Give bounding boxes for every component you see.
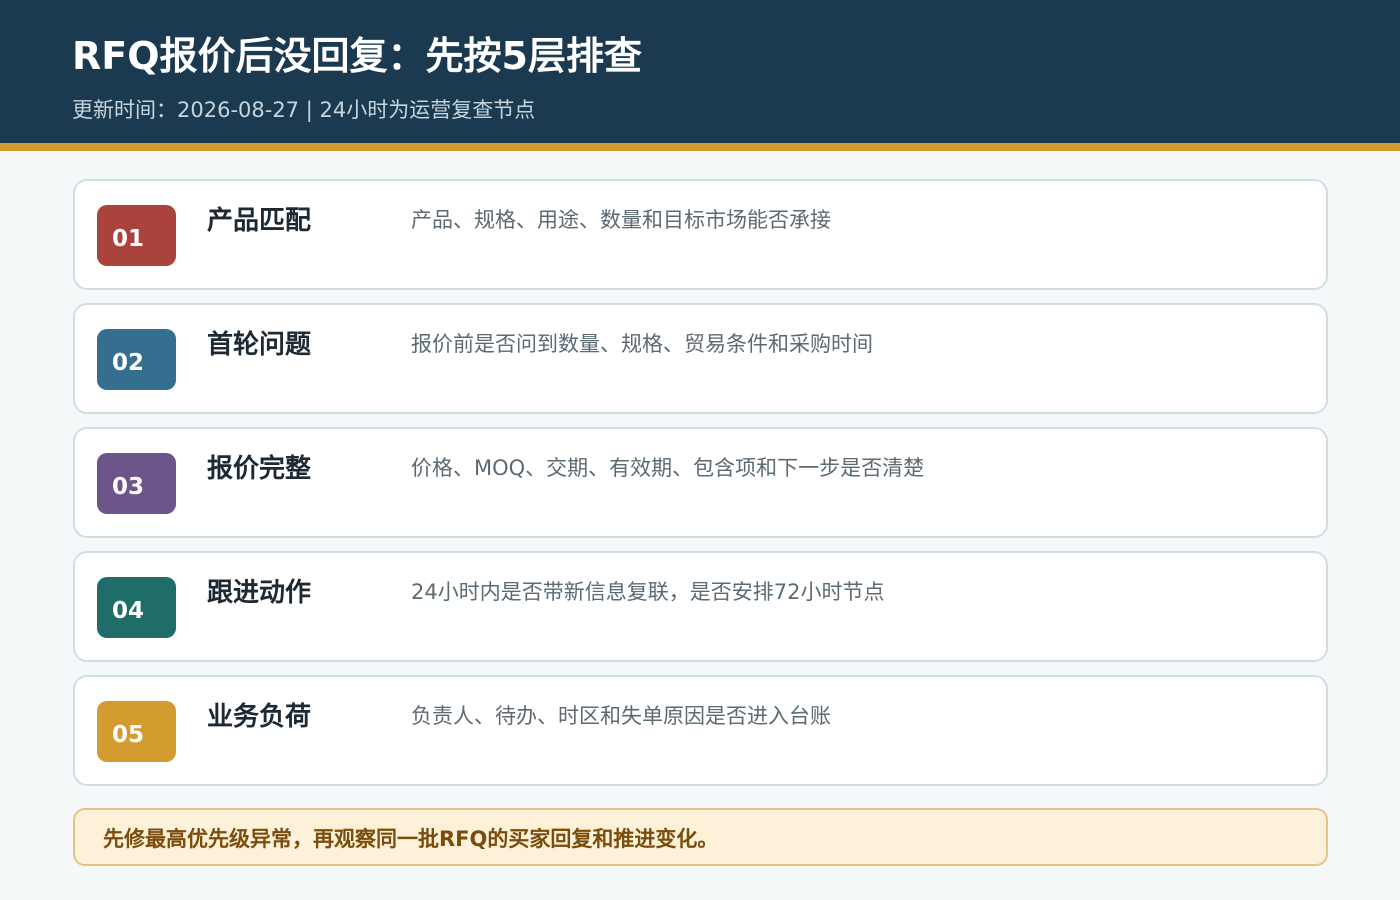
page-subtitle: 更新时间：2026-08-27 | 24小时为运营复查节点 [72, 98, 536, 122]
layer-number-badge: 02 [97, 329, 176, 390]
layer-description: 报价前是否问到数量、规格、贸易条件和采购时间 [411, 332, 873, 356]
priority-note: 先修最高优先级异常，再观察同一批RFQ的买家回复和推进变化。 [73, 808, 1328, 866]
layer-card-04: 04 跟进动作 24小时内是否带新信息复联，是否安排72小时节点 [73, 551, 1328, 662]
layer-number-badge: 01 [97, 205, 176, 266]
page-title: RFQ报价后没回复：先按5层排查 [72, 34, 642, 78]
layer-title: 报价完整 [207, 454, 312, 484]
layer-card-05: 05 业务负荷 负责人、待办、时区和失单原因是否进入台账 [73, 675, 1328, 786]
header-divider [0, 143, 1400, 151]
layer-description: 负责人、待办、时区和失单原因是否进入台账 [411, 704, 831, 728]
layer-card-02: 02 首轮问题 报价前是否问到数量、规格、贸易条件和采购时间 [73, 303, 1328, 414]
layer-number-badge: 04 [97, 577, 176, 638]
layer-title: 产品匹配 [207, 206, 312, 236]
layer-card-03: 03 报价完整 价格、MOQ、交期、有效期、包含项和下一步是否清楚 [73, 427, 1328, 538]
layer-description: 24小时内是否带新信息复联，是否安排72小时节点 [411, 580, 885, 604]
layer-title: 首轮问题 [207, 330, 312, 360]
page-header: RFQ报价后没回复：先按5层排查 更新时间：2026-08-27 | 24小时为… [0, 0, 1400, 143]
layer-number-badge: 03 [97, 453, 176, 514]
layer-number-badge: 05 [97, 701, 176, 762]
layer-card-01: 01 产品匹配 产品、规格、用途、数量和目标市场能否承接 [73, 179, 1328, 290]
layer-title: 跟进动作 [207, 578, 312, 608]
layer-description: 价格、MOQ、交期、有效期、包含项和下一步是否清楚 [411, 456, 925, 480]
layer-title: 业务负荷 [207, 702, 312, 732]
layer-description: 产品、规格、用途、数量和目标市场能否承接 [411, 208, 831, 232]
